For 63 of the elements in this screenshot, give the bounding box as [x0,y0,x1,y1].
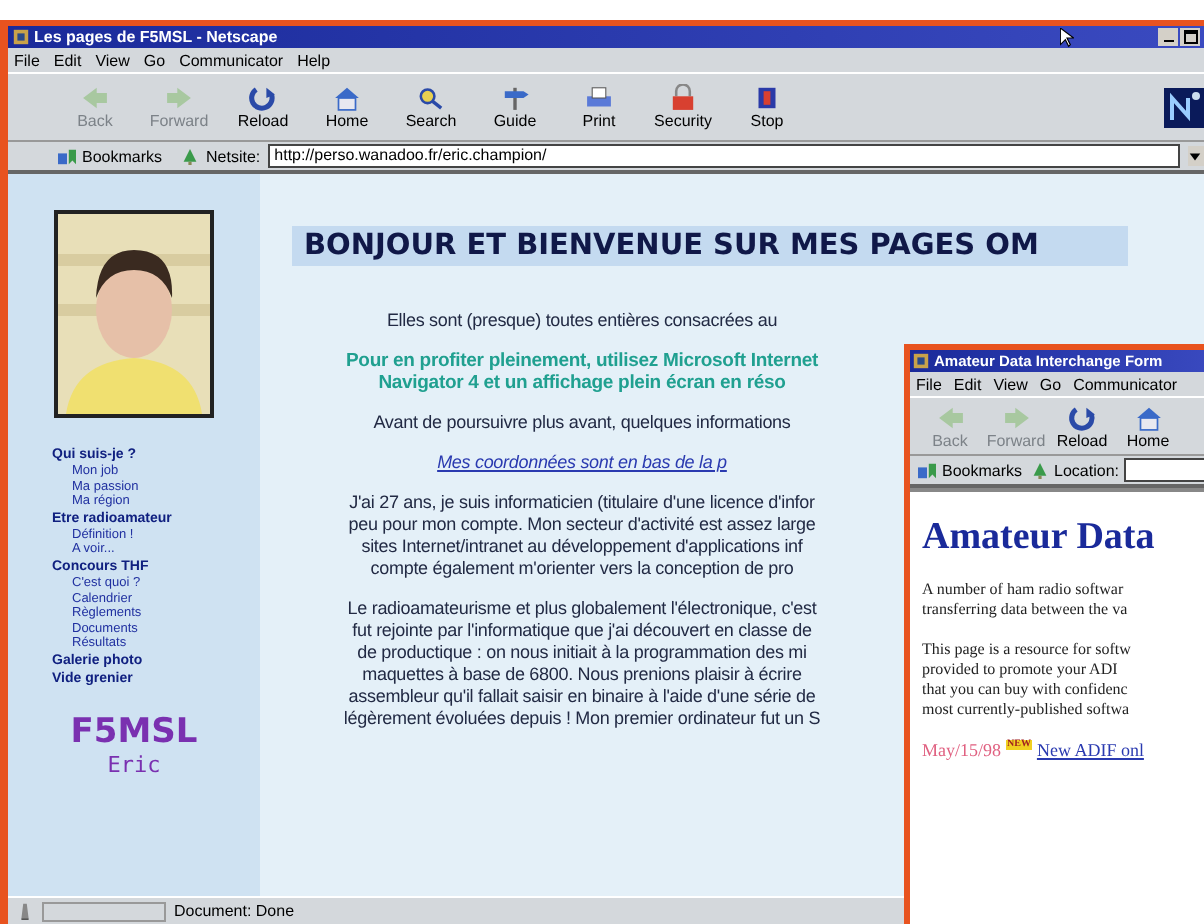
page-heading: BONJOUR ET BIENVENUE SUR MES PAGES OM [292,226,1128,266]
bookmarks-button[interactable]: Bookmarks [916,461,1023,479]
menu-item[interactable]: Edit [53,51,82,69]
menu-item[interactable]: Communicator [179,51,284,69]
tree-icon [1032,461,1049,479]
menu-item[interactable]: File [14,51,40,69]
toolbar-button[interactable]: Search [392,77,470,137]
news-link[interactable]: New ADIF onl [1036,740,1144,760]
location-label: Location: [1054,461,1119,479]
logo-icon [1164,87,1204,127]
left-arrow-icon [78,84,112,112]
window-title: Les pages de F5MSL - Netscape [34,28,278,46]
bookmark-icon [916,461,938,479]
reload-icon [1065,403,1099,431]
browser-notice: Pour en profiter pleinement, utilisez Microsoft Internet Navigator 4 et un affichage plein écran en réso [346,350,818,394]
bookmarks-button[interactable]: Bookmarks [56,147,163,165]
house-icon [330,84,364,112]
search-icon [414,84,448,112]
minimize-button[interactable] [1158,28,1178,46]
paragraph: J'ai 27 ans, je suis informaticien (titulaire d'une licence d'infor peu pour mon compte. Mon secteur d'activité est assez large sites Internet/intranet au développement d'applications inf compte également m'orienter vers la conception de pro [348,492,816,580]
toolbar-button[interactable]: Guide [476,77,554,137]
toolbar-button[interactable]: Stop [728,77,806,137]
url-field[interactable] [1124,458,1204,482]
paragraph: This page is a resource for softw provided to promote your ADI that you can buy with confidenc most currently-published softwa [922,640,1133,720]
dropdown-button[interactable] [1188,146,1204,166]
window-icon [912,352,930,370]
toolbar-button[interactable]: Home [1116,396,1180,456]
right-arrow-icon [162,84,196,112]
menu-item[interactable]: Communicator [1073,375,1178,393]
maximize-button[interactable] [1180,28,1200,46]
lighthouse-icon [16,902,34,920]
bookmark-icon [56,147,78,165]
right-arrow-icon [999,403,1033,431]
toolbar-button[interactable]: Print [560,77,638,137]
printer-icon [582,84,616,112]
menu-item[interactable]: File [916,375,942,393]
toolbar-button[interactable]: Home [308,77,386,137]
menu-item[interactable]: View [993,375,1028,393]
reload-icon [246,84,280,112]
news-date: May/15/98 [922,740,1001,760]
menu-item[interactable]: Help [297,51,331,69]
menu-item[interactable]: Go [1039,375,1062,393]
tree-icon [182,147,199,165]
menu-item[interactable]: View [95,51,130,69]
page-heading: Amateur Data [922,516,1157,560]
callsign: F5MSL [70,711,198,752]
status-text: Document: Done [174,902,295,920]
paragraph: Avant de poursuivre plus avant, quelques informations [373,412,791,434]
paragraph: Le radioamateurisme et plus globalement l'électronique, c'est fut rejointe par l'informatique que j'ai découvert en classe de de productique : on nous initiait à la programmation des mi maquettes à base de 6800. Nous prenions plaisir à écrire assembleur qu'il fallait saisir en binaire à l'aide d'une série de légèrement évoluées depuis ! Mon premier ordinateur fut un S [343,598,821,730]
window-icon [12,28,30,46]
url-field[interactable]: http://perso.wanadoo.fr/eric.champion/ [268,144,1180,168]
paragraph: A number of ham radio softwar transferring data between the va [922,580,1130,620]
location-label: Netsite: [206,147,261,165]
paragraph: Elles sont (presque) toutes entières consacrées au [386,310,778,332]
menu-item[interactable]: Go [143,51,166,69]
toolbar-button[interactable]: Security [644,77,722,137]
status-panel [42,901,166,921]
contact-link[interactable]: Mes coordonnées sont en bas de la p [437,452,727,472]
cursor-icon [1060,27,1074,47]
signature-name: Eric [107,751,161,778]
toolbar-button[interactable]: Reload [1050,396,1114,456]
toolbar-button[interactable]: Reload [224,77,302,137]
menu-item[interactable]: Edit [953,375,982,393]
